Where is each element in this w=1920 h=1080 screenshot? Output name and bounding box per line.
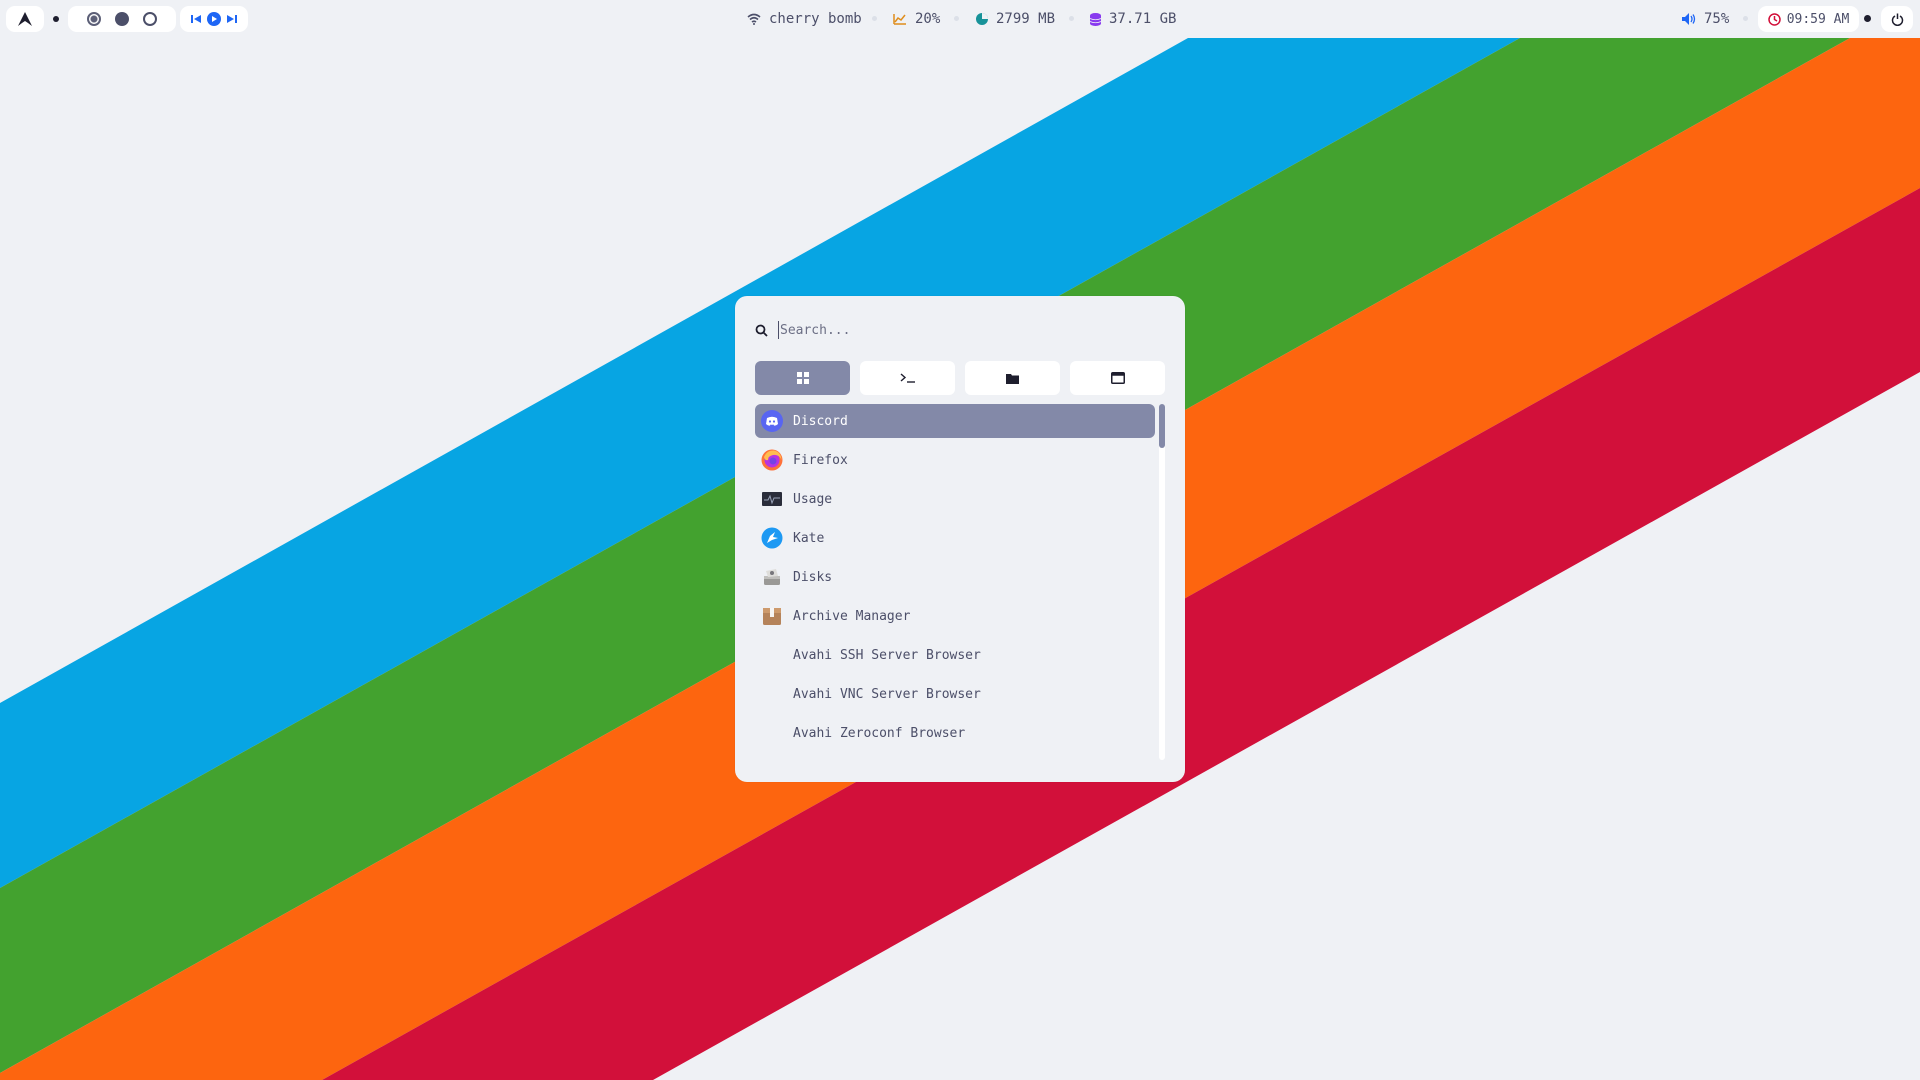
list-item-label: Kate — [793, 530, 825, 546]
clock[interactable]: 09:59 AM — [1758, 6, 1859, 32]
separator-dot — [872, 16, 877, 21]
separator-dot — [1743, 16, 1748, 21]
tab-run-command[interactable] — [860, 361, 955, 395]
folder-icon — [1006, 373, 1019, 384]
disk-status: 37.71 GB — [1090, 0, 1176, 38]
usage-monitor-icon — [761, 488, 783, 510]
cpu-label: 20% — [915, 11, 941, 27]
launcher-button[interactable] — [6, 6, 44, 32]
workspace-1[interactable] — [87, 12, 101, 26]
kate-icon — [761, 527, 783, 549]
search-icon — [755, 324, 768, 337]
wifi-icon — [747, 13, 761, 25]
tab-files[interactable] — [965, 361, 1060, 395]
tab-windows[interactable] — [1070, 361, 1165, 395]
clock-icon — [1767, 12, 1781, 26]
separator-dot — [53, 16, 59, 22]
top-bar: cherry bomb 20% 2799 MB 37.71 GB 75% 09:… — [0, 0, 1920, 38]
play-icon[interactable] — [207, 12, 221, 26]
disk-label: 37.71 GB — [1109, 11, 1177, 27]
list-item-archive-manager[interactable]: Archive Manager — [755, 599, 1155, 633]
memory-label: 2799 MB — [996, 11, 1056, 27]
volume-icon — [1682, 13, 1696, 25]
app-launcher: Discord Firefox Usage — [735, 296, 1185, 782]
list-item-label: Avahi SSH Server Browser — [793, 647, 981, 663]
list-item-disks[interactable]: Disks — [755, 560, 1155, 594]
previous-icon[interactable] — [191, 14, 201, 24]
cpu-chart-icon — [893, 14, 906, 25]
list-item-avahi-vnc[interactable]: Avahi VNC Server Browser — [755, 677, 1155, 711]
memory-pie-icon — [976, 13, 988, 25]
list-item-avahi-zeroconf[interactable]: Avahi Zeroconf Browser — [755, 716, 1155, 750]
list-item-avahi-ssh[interactable]: Avahi SSH Server Browser — [755, 638, 1155, 672]
window-icon — [1110, 372, 1125, 384]
mode-tabs — [755, 361, 1165, 395]
discord-icon — [761, 410, 783, 432]
apps-grid-icon — [796, 372, 809, 384]
list-item-discord[interactable]: Discord — [755, 404, 1155, 438]
memory-status: 2799 MB — [976, 0, 1055, 38]
app-list: Discord Firefox Usage Kate Disks Archive… — [755, 404, 1155, 764]
volume-label: 75% — [1704, 11, 1730, 27]
list-item-label: Discord — [793, 413, 848, 429]
firefox-icon — [761, 449, 783, 471]
separator-dot — [1864, 15, 1871, 22]
clock-label: 09:59 AM — [1786, 11, 1850, 27]
power-icon — [1891, 13, 1903, 26]
wifi-status[interactable]: cherry bomb — [747, 0, 862, 38]
workspaces — [68, 6, 176, 32]
list-item-usage[interactable]: Usage — [755, 482, 1155, 516]
list-item-label: Usage — [793, 491, 833, 507]
list-item-label: Disks — [793, 569, 833, 585]
terminal-icon — [900, 373, 915, 383]
list-item-label: Archive Manager — [793, 608, 911, 624]
list-item-label: Firefox — [793, 452, 848, 468]
workspace-3[interactable] — [143, 12, 157, 26]
list-scrollbar[interactable] — [1159, 404, 1165, 760]
search-row — [755, 316, 1165, 344]
list-item-firefox[interactable]: Firefox — [755, 443, 1155, 477]
scrollbar-thumb[interactable] — [1159, 404, 1165, 448]
list-item-label: Avahi Zeroconf Browser — [793, 725, 966, 741]
database-icon — [1090, 12, 1101, 26]
arch-logo-icon — [18, 12, 32, 26]
power-button[interactable] — [1881, 6, 1913, 32]
disks-icon — [761, 566, 783, 588]
separator-dot — [954, 16, 959, 21]
search-input[interactable] — [778, 321, 1142, 339]
list-item-label: Avahi VNC Server Browser — [793, 686, 981, 702]
media-controls — [180, 6, 248, 32]
cpu-status: 20% — [893, 0, 940, 38]
workspace-2[interactable] — [115, 12, 129, 26]
separator-dot — [1069, 16, 1074, 21]
next-icon[interactable] — [227, 14, 237, 24]
tab-apps[interactable] — [755, 361, 850, 395]
wifi-label: cherry bomb — [769, 11, 862, 27]
list-item-kate[interactable]: Kate — [755, 521, 1155, 555]
volume-status[interactable]: 75% — [1682, 0, 1729, 38]
archive-manager-icon — [761, 605, 783, 627]
